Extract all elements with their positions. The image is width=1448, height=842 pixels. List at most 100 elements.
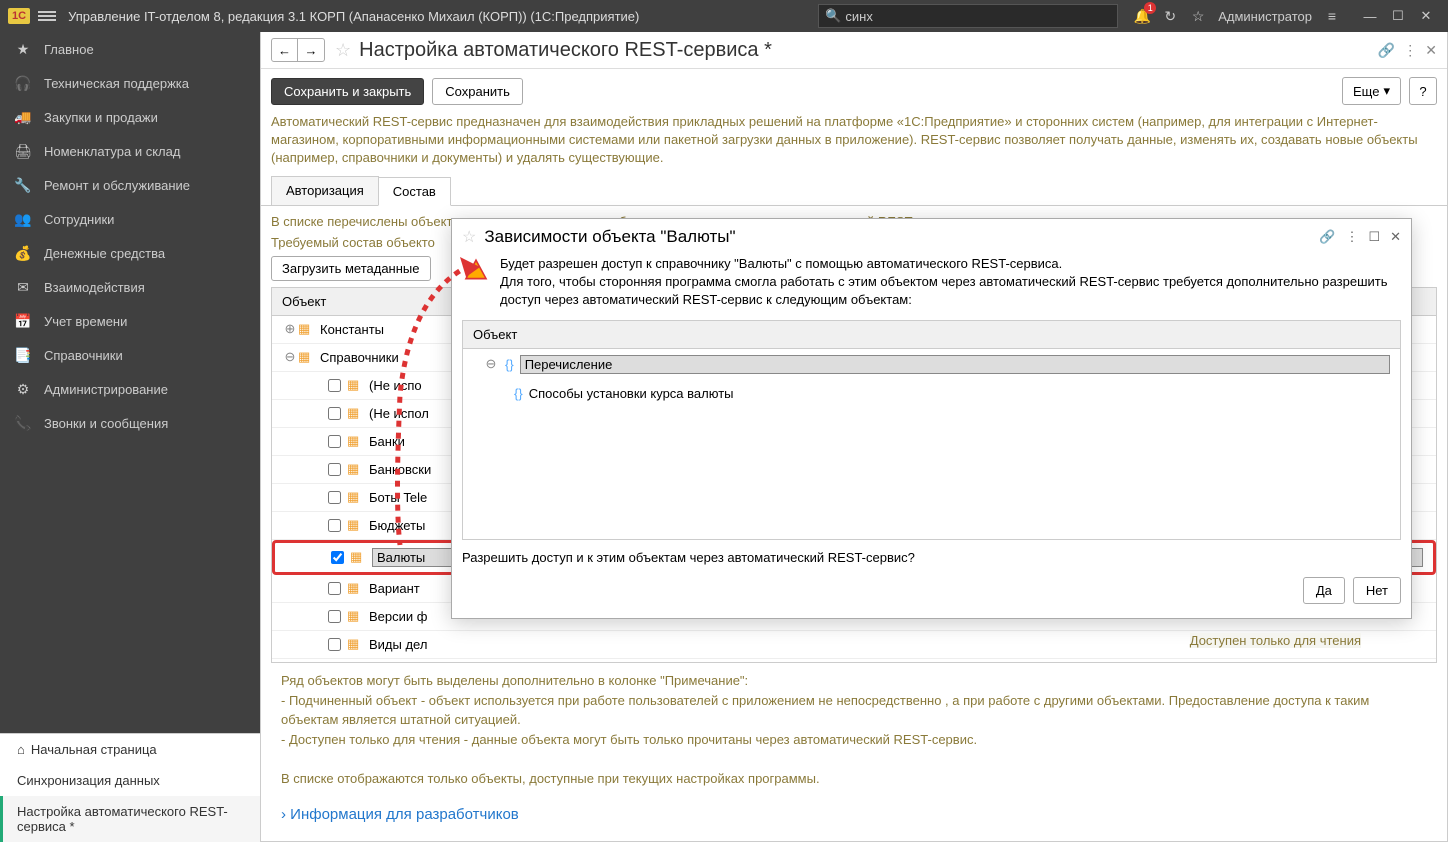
table-icon: ▦ xyxy=(350,549,368,565)
dialog-tree-row[interactable]: {}Способы установки курса валюты xyxy=(463,380,1400,407)
tree-checkbox[interactable] xyxy=(328,491,341,504)
tree-checkbox[interactable] xyxy=(328,582,341,595)
dialog-tree: Объект ⊖ {} Перечисление {}Способы установк… xyxy=(462,320,1401,540)
enum-icon: {} xyxy=(514,386,523,401)
link-icon[interactable]: 🔗 xyxy=(1319,229,1335,245)
dependencies-dialog: ☆ Зависимости объекта "Валюты" 🔗 ⋮ ☐ ✕ Б… xyxy=(451,218,1412,619)
sidebar-label: Взаимодействия xyxy=(44,280,145,295)
sidebar-label: Номенклатура и склад xyxy=(44,144,180,159)
sidebar-icon: ✉ xyxy=(14,279,32,296)
sidebar-item[interactable]: 🚚 Закупки и продажи xyxy=(0,100,260,134)
nav-back-button[interactable]: ← xyxy=(272,39,298,61)
tree-label: Перечисление xyxy=(520,355,1390,374)
sidebar-icon: 🖨 xyxy=(14,143,32,160)
sidebar-item[interactable]: 💰 Денежные средства xyxy=(0,236,260,270)
sidebar-icon: 🚚 xyxy=(14,109,32,126)
table-icon: ▦ xyxy=(347,405,365,421)
sidebar-label: Справочники xyxy=(44,348,123,363)
sidebar-item[interactable]: ✉ Взаимодействия xyxy=(0,270,260,304)
sidebar-label: Сотрудники xyxy=(44,212,114,227)
sidebar-icon: 🎧 xyxy=(14,75,32,92)
sidebar-icon: 👥 xyxy=(14,211,32,228)
tree-checkbox[interactable] xyxy=(328,407,341,420)
dialog-tree-row[interactable]: ⊖ {} Перечисление xyxy=(463,349,1400,380)
tree-checkbox[interactable] xyxy=(328,435,341,448)
sidebar-label: Закупки и продажи xyxy=(44,110,158,125)
dev-info-link[interactable]: Информация для разработчиков xyxy=(281,806,519,823)
favorite-icon[interactable]: ☆ xyxy=(1187,5,1209,27)
minimize-button[interactable]: — xyxy=(1356,2,1384,30)
sidebar-item[interactable]: 📅Учет времени xyxy=(0,304,260,338)
tab[interactable]: Авторизация xyxy=(271,176,379,205)
enum-icon: {} xyxy=(505,357,514,372)
close-button[interactable]: ✕ xyxy=(1412,2,1440,30)
sidebar-label: Главное xyxy=(44,42,94,57)
settings-icon[interactable]: ≡ xyxy=(1321,5,1343,27)
table-icon: ▦ xyxy=(347,580,365,596)
sidebar-icon: 💰 xyxy=(14,245,32,262)
save-button[interactable]: Сохранить xyxy=(432,78,523,105)
sidebar-item[interactable]: 🖨 Номенклатура и склад xyxy=(0,134,260,168)
sidebar-label: Учет времени xyxy=(44,314,127,329)
history-icon[interactable]: ↻ xyxy=(1159,5,1181,27)
kebab-icon[interactable]: ⋮ xyxy=(1403,42,1417,59)
footer-notes: Ряд объектов могут быть выделены дополни… xyxy=(271,663,1437,796)
sidebar-bottom-item[interactable]: Синхронизация данных xyxy=(0,765,260,796)
search-box[interactable]: 🔍 xyxy=(818,4,1118,28)
tree-checkbox[interactable] xyxy=(328,463,341,476)
sidebar-label: Администрирование xyxy=(44,382,168,397)
sidebar-bottom-item[interactable]: ⌂Начальная страница xyxy=(0,734,260,765)
table-icon: ▦ xyxy=(347,489,365,505)
sidebar-item[interactable]: 🎧Техническая поддержка xyxy=(0,66,260,100)
expand-icon[interactable]: ⊖ xyxy=(282,349,298,365)
search-input[interactable] xyxy=(845,9,1111,24)
star-icon[interactable]: ☆ xyxy=(335,40,351,61)
tree-checkbox[interactable] xyxy=(328,638,341,651)
yes-button[interactable]: Да xyxy=(1303,577,1345,604)
sidebar-bottom-item[interactable]: Настройка автоматического REST-сервиса * xyxy=(0,796,260,842)
nav-forward-button[interactable]: → xyxy=(298,39,324,61)
tab[interactable]: Состав xyxy=(378,177,451,206)
table-icon: ▦ xyxy=(347,433,365,449)
link-icon[interactable]: 🔗 xyxy=(1378,42,1395,59)
maximize-button[interactable]: ☐ xyxy=(1384,2,1412,30)
sidebar-item[interactable]: ★Главное xyxy=(0,32,260,66)
kebab-icon[interactable]: ⋮ xyxy=(1345,229,1358,245)
hamburger-icon[interactable] xyxy=(38,9,56,23)
tree-checkbox[interactable] xyxy=(328,379,341,392)
sidebar-item[interactable]: ⚙Администрирование xyxy=(0,372,260,406)
sidebar-item[interactable]: 📞Звонки и сообщения xyxy=(0,406,260,440)
page-description: Автоматический REST-сервис предназначен … xyxy=(261,113,1447,176)
tree-checkbox[interactable] xyxy=(328,610,341,623)
sidebar-icon: 🔧 xyxy=(14,177,32,194)
sidebar-label: Звонки и сообщения xyxy=(44,416,168,431)
tabs: АвторизацияСостав xyxy=(261,176,1447,206)
star-icon[interactable]: ☆ xyxy=(462,227,476,247)
dialog-tree-header: Объект xyxy=(463,321,1400,349)
sidebar-label: Денежные средства xyxy=(44,246,165,261)
help-button[interactable]: ? xyxy=(1409,77,1437,105)
notification-badge: 1 xyxy=(1144,2,1156,14)
more-button[interactable]: Еще▾ xyxy=(1342,77,1401,105)
sidebar-item[interactable]: 👥 Сотрудники xyxy=(0,202,260,236)
table-icon: ▦ xyxy=(347,608,365,624)
maximize-icon[interactable]: ☐ xyxy=(1368,229,1380,245)
save-close-button[interactable]: Сохранить и закрыть xyxy=(271,78,424,105)
page-close-icon[interactable]: ✕ xyxy=(1425,42,1437,59)
sidebar-item[interactable]: 📑Справочники xyxy=(0,338,260,372)
tree-checkbox[interactable] xyxy=(331,551,344,564)
dialog-question: Разрешить доступ и к этим объектам через… xyxy=(462,550,1401,565)
close-icon[interactable]: ✕ xyxy=(1390,229,1401,245)
expand-icon[interactable]: ⊖ xyxy=(483,356,499,372)
no-button[interactable]: Нет xyxy=(1353,577,1401,604)
info-icon xyxy=(462,255,490,283)
table-icon: ▦ xyxy=(347,377,365,393)
app-title: Управление IT-отделом 8, редакция 3.1 КО… xyxy=(68,9,818,24)
load-metadata-button[interactable]: Загрузить метаданные xyxy=(271,256,431,281)
expand-icon[interactable]: ⊕ xyxy=(282,321,298,337)
notifications-icon[interactable]: 🔔 1 xyxy=(1131,5,1153,27)
tree-checkbox[interactable] xyxy=(328,519,341,532)
titlebar: 1C Управление IT-отделом 8, редакция 3.1… xyxy=(0,0,1448,32)
access-note: Доступен только для чтения xyxy=(1190,633,1361,648)
sidebar-item[interactable]: 🔧Ремонт и обслуживание xyxy=(0,168,260,202)
